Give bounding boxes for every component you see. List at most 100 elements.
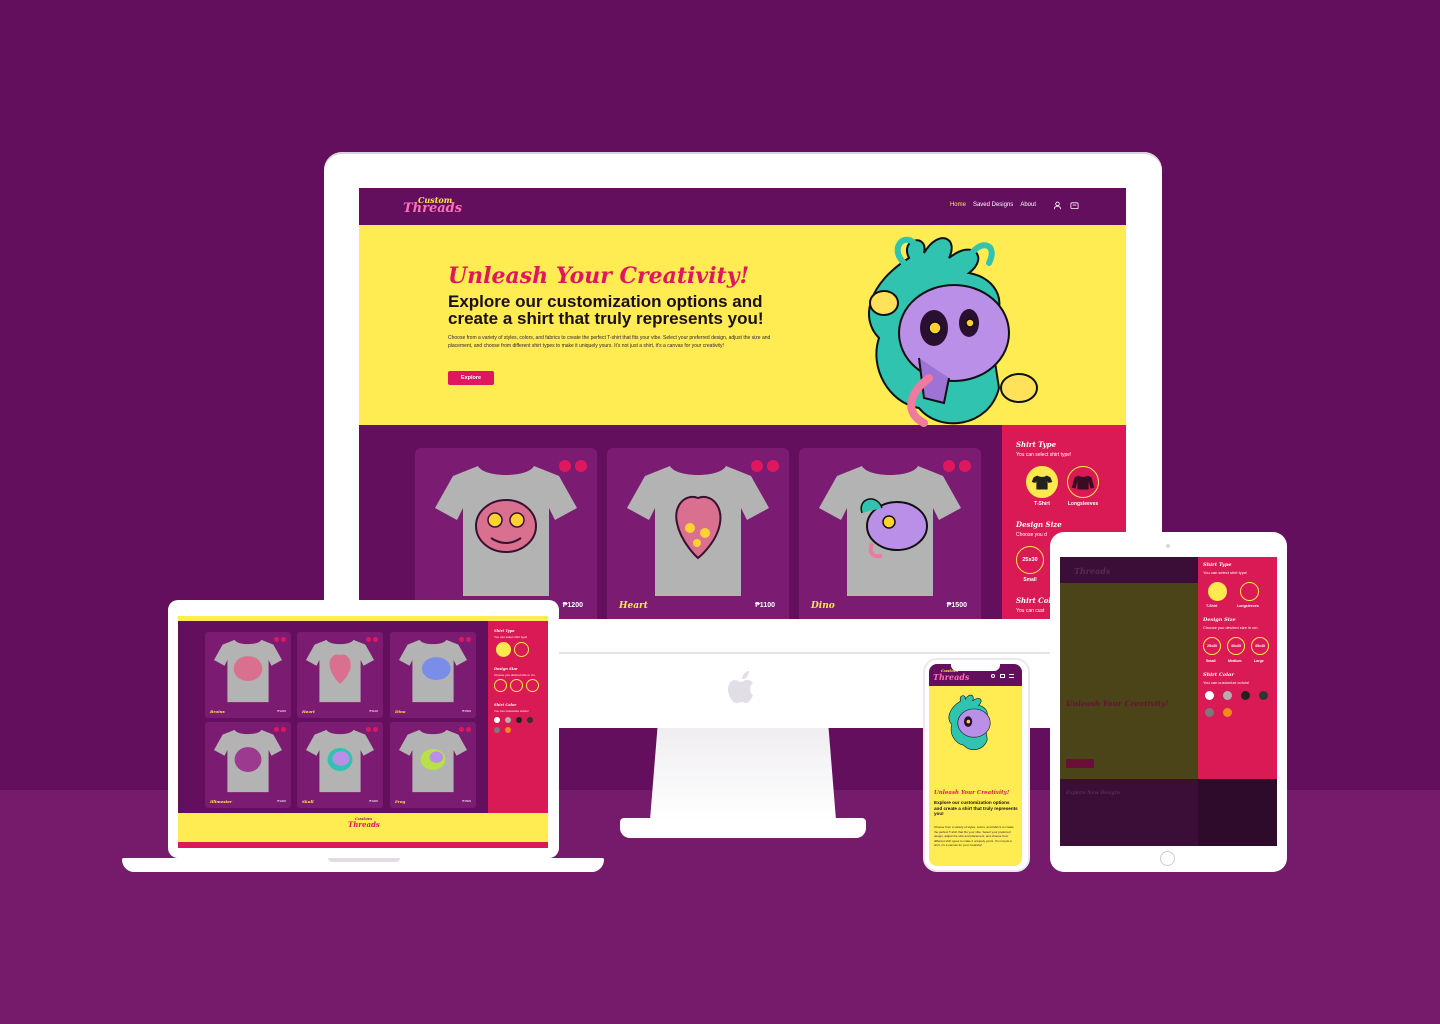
product-price: ₱1200 xyxy=(369,799,378,803)
nav-home-link[interactable]: Home xyxy=(950,202,966,208)
product-card[interactable]: Illimester ₱1200 xyxy=(205,722,291,808)
product-card[interactable]: Skull ₱1200 xyxy=(297,722,383,808)
color-swatch[interactable] xyxy=(1205,708,1214,717)
product-price: ₱1100 xyxy=(755,602,775,609)
product-card[interactable]: Dino ₱1500 xyxy=(390,632,476,718)
product-name: Brains xyxy=(210,709,225,714)
color-swatch[interactable] xyxy=(1241,691,1250,700)
tablet-explore-button[interactable] xyxy=(1066,759,1094,768)
shirt-preview xyxy=(214,639,282,703)
save-icon[interactable] xyxy=(767,460,779,472)
color-swatch[interactable] xyxy=(505,717,511,723)
save-icon[interactable] xyxy=(466,727,471,732)
shirt-color-title: Shirt Color xyxy=(1203,672,1235,678)
tshirt-option[interactable] xyxy=(496,642,511,657)
user-icon[interactable] xyxy=(991,674,995,678)
product-card[interactable]: Heart ₱1100 xyxy=(297,632,383,718)
bookmark-icon[interactable] xyxy=(274,637,279,642)
product-card[interactable]: Brains ₱1200 xyxy=(205,632,291,718)
color-swatch[interactable] xyxy=(505,727,511,733)
logo-bottom-text[interactable]: Threads xyxy=(403,201,462,216)
tshirt-option[interactable] xyxy=(1026,466,1058,498)
bookmark-icon[interactable] xyxy=(459,727,464,732)
save-icon[interactable] xyxy=(281,637,286,642)
tablet-home-button[interactable] xyxy=(1160,851,1175,866)
color-swatch[interactable] xyxy=(1223,691,1232,700)
bookmark-icon[interactable] xyxy=(943,460,955,472)
bookmark-icon[interactable] xyxy=(274,727,279,732)
save-icon[interactable] xyxy=(959,460,971,472)
product-card[interactable]: Heart ₱1100 xyxy=(607,448,789,619)
longsleeve-option[interactable] xyxy=(1067,466,1099,498)
save-icon[interactable] xyxy=(466,637,471,642)
cart-icon[interactable] xyxy=(1000,674,1005,678)
phone-screen: Custom Threads Unleash Your Creativity! … xyxy=(929,664,1022,866)
nav-saved-link[interactable]: Saved Designs xyxy=(973,202,1013,208)
explore-button[interactable]: Explore xyxy=(448,371,494,385)
size-large-option[interactable] xyxy=(526,679,539,692)
shirt-type-hint: You can select shirt type! xyxy=(494,635,528,639)
nav-about-link[interactable]: About xyxy=(1020,202,1036,208)
color-swatch[interactable] xyxy=(494,717,500,723)
color-swatch[interactable] xyxy=(516,717,522,723)
shirt-color-hint: You can customize colors! xyxy=(494,709,529,713)
cart-icon[interactable] xyxy=(1070,201,1079,210)
bookmark-icon[interactable] xyxy=(751,460,763,472)
save-icon[interactable] xyxy=(373,727,378,732)
color-swatch[interactable] xyxy=(1205,691,1214,700)
size-small-option[interactable]: 25x30 xyxy=(1016,546,1044,574)
user-icon[interactable] xyxy=(1053,201,1062,210)
size-small-label: Small xyxy=(1206,659,1216,663)
product-card[interactable]: Dino ₱1500 xyxy=(799,448,981,619)
product-card[interactable]: ₱1200 xyxy=(415,448,597,619)
card-actions xyxy=(559,460,587,472)
product-price: ₱1200 xyxy=(277,709,286,713)
shirt-color-hint: You can customize colors! xyxy=(1203,680,1250,685)
bookmark-icon[interactable] xyxy=(366,637,371,642)
bookmark-icon[interactable] xyxy=(366,727,371,732)
product-card[interactable]: Frog ₱1500 xyxy=(390,722,476,808)
t-shirt-icon xyxy=(1031,475,1053,490)
save-icon[interactable] xyxy=(575,460,587,472)
save-icon[interactable] xyxy=(373,637,378,642)
longsleeve-option[interactable] xyxy=(1240,582,1259,601)
size-medium-option[interactable]: 30x35 xyxy=(1227,637,1245,655)
bookmark-icon[interactable] xyxy=(559,460,571,472)
product-name: Heart xyxy=(302,709,315,714)
tshirt-option[interactable] xyxy=(1208,582,1227,601)
laptop-footer: Custom Threads xyxy=(178,813,548,842)
product-name: Dino xyxy=(811,601,835,611)
shirt-type-title: Shirt Type xyxy=(1203,562,1232,568)
shirt-preview xyxy=(214,729,282,793)
longsleeve-label: Longsleeves xyxy=(1237,604,1259,608)
size-medium-option[interactable] xyxy=(510,679,523,692)
size-small-option[interactable]: 25x30 xyxy=(1203,637,1221,655)
product-price: ₱1500 xyxy=(462,799,471,803)
longsleeve-option[interactable] xyxy=(514,642,529,657)
color-swatch[interactable] xyxy=(494,727,500,733)
shirt-preview xyxy=(306,639,374,703)
size-large-option[interactable]: 35x40 xyxy=(1251,637,1269,655)
tablet-screen: Threads Unleash Your Creativity! Explore… xyxy=(1060,557,1277,846)
size-small-option[interactable] xyxy=(494,679,507,692)
design-size-hint: Choose you d xyxy=(1016,532,1047,538)
shirt-type-hint: You can select shirt type! xyxy=(1016,452,1072,458)
hero-tagline: Unleash Your Creativity! xyxy=(448,263,750,289)
color-swatch[interactable] xyxy=(1223,708,1232,717)
save-icon[interactable] xyxy=(281,727,286,732)
color-swatch[interactable] xyxy=(1259,691,1268,700)
product-price: ₱1500 xyxy=(462,709,471,713)
tablet-hero-dimmed xyxy=(1060,583,1198,779)
tablet-hero-tagline: Unleash Your Creativity! xyxy=(1066,699,1169,708)
bookmark-icon[interactable] xyxy=(459,637,464,642)
menu-icon[interactable] xyxy=(1009,674,1014,678)
tshirt-label: T-Shirt xyxy=(1034,501,1050,507)
product-name: Heart xyxy=(619,601,648,611)
color-swatch[interactable] xyxy=(527,717,533,723)
phone-logo-bottom[interactable]: Threads xyxy=(933,672,969,682)
longsleeve-icon xyxy=(1071,475,1095,490)
desktop-screen: Custom Threads Home Saved Designs About … xyxy=(359,188,1126,619)
top-nav: Custom Threads Home Saved Designs About xyxy=(359,188,1126,225)
product-name: Dino xyxy=(395,709,406,714)
shirt-type-hint: You can select shirt type! xyxy=(1203,570,1248,575)
